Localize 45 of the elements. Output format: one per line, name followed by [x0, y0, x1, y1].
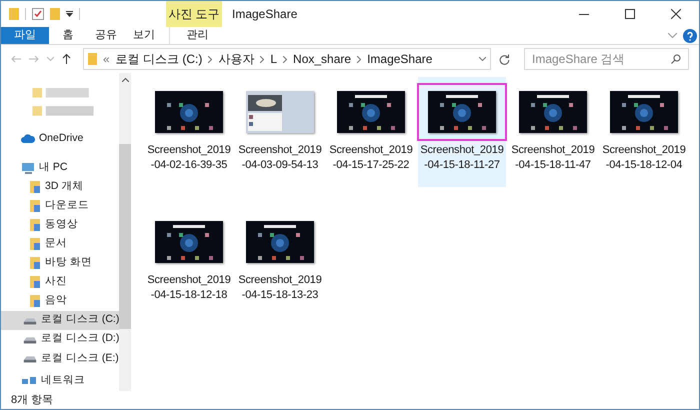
file-item[interactable]: Screenshot_2019 -04-03-09-54-13: [236, 77, 324, 187]
file-item[interactable]: Screenshot_2019 -04-15-17-25-22: [327, 77, 415, 187]
ribbon-tab[interactable]: 공유: [87, 27, 125, 44]
ribbon-tab[interactable]: 보기: [125, 27, 163, 44]
breadcrumb[interactable]: 사용자: [218, 50, 254, 68]
ribbon-tab[interactable]: 홈: [49, 27, 87, 44]
file-item[interactable]: Screenshot_2019 -04-15-18-13-23: [236, 207, 324, 317]
search-field[interactable]: ImageShare 검색: [524, 48, 689, 70]
sidebar-item[interactable]: 바탕 화면: [1, 253, 119, 273]
sidebar-item[interactable]: 네트워크: [1, 372, 119, 391]
item-count: 8개 항목: [11, 392, 54, 408]
ribbon-tab[interactable]: 파일: [1, 27, 49, 44]
file-item[interactable]: Screenshot_2019 -04-02-16-39-35: [145, 77, 233, 187]
file-item[interactable]: Screenshot_2019 -04-15-18-11-47: [509, 77, 597, 187]
file-name: Screenshot_2019 -04-03-09-54-13: [238, 143, 322, 173]
breadcrumb[interactable]: ImageShare: [367, 50, 432, 68]
sidebar-item[interactable]: 로컬 디스크 (E:): [1, 348, 119, 368]
breadcrumb[interactable]: 로컬 디스크 (C:): [116, 50, 202, 68]
sidebar-item[interactable]: 음악: [1, 292, 119, 311]
sidebar-item[interactable]: 사진: [1, 272, 119, 292]
sidebar-item[interactable]: 동영상: [1, 215, 119, 234]
sidebar-item[interactable]: 3D 개체: [1, 177, 119, 196]
sidebar-item[interactable]: 문서: [1, 234, 119, 254]
ribbon-tab[interactable]: 관리: [169, 27, 225, 44]
file-name: Screenshot_2019 -04-15-17-25-22: [329, 143, 413, 173]
file-name: Screenshot_2019 -04-15-18-12-04: [602, 143, 686, 173]
window-title: ImageShare: [232, 6, 298, 23]
file-item[interactable]: Screenshot_2019 -04-15-18-12-18: [145, 207, 233, 317]
sidebar-item[interactable]: 로컬 디스크 (C:): [1, 310, 119, 330]
overflow-chevron[interactable]: «: [103, 50, 110, 68]
sidebar-item[interactable]: 내 PC: [1, 158, 119, 178]
sidebar-item[interactable]: OneDrive: [1, 129, 119, 148]
file-name: Screenshot_2019 -04-15-18-12-18: [147, 273, 231, 303]
file-name: Screenshot_2019 -04-15-18-11-27: [420, 143, 504, 173]
breadcrumb[interactable]: L: [270, 50, 278, 68]
file-name: Screenshot_2019 -04-15-18-11-47: [511, 143, 595, 173]
file-name: Screenshot_2019 -04-02-16-39-35: [147, 143, 231, 173]
sidebar-item[interactable]: 로컬 디스크 (D:): [1, 330, 119, 349]
address-bar[interactable]: « 로컬 디스크 (C:) 사용자 L Nox_share ImageShare: [83, 48, 491, 70]
file-item[interactable]: Screenshot_2019 -04-15-18-11-27: [418, 77, 506, 187]
context-tab-title: 사진 도구: [168, 6, 220, 23]
file-name: Screenshot_2019 -04-15-18-13-23: [238, 273, 322, 303]
file-item[interactable]: Screenshot_2019 -04-15-18-12-04: [600, 77, 688, 187]
breadcrumb[interactable]: Nox_share: [293, 50, 352, 68]
sidebar-item[interactable]: 다운로드: [1, 196, 119, 216]
